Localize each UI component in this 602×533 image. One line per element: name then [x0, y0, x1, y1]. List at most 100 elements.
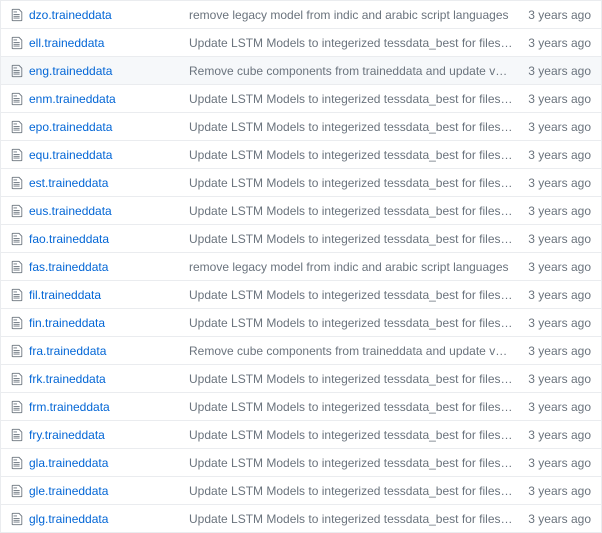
file-icon: [11, 148, 23, 162]
file-link[interactable]: ell.traineddata: [29, 36, 104, 50]
file-link[interactable]: eng.traineddata: [29, 64, 112, 78]
file-link[interactable]: frk.traineddata: [29, 372, 106, 386]
time-ago: 3 years ago: [521, 148, 591, 162]
commit-message-cell: Update LSTM Models to integerized tessda…: [189, 288, 521, 302]
file-link[interactable]: est.traineddata: [29, 176, 108, 190]
commit-message-link[interactable]: remove legacy model from indic and arabi…: [189, 260, 509, 274]
commit-message-link[interactable]: Update LSTM Models to integerized tessda…: [189, 120, 521, 134]
file-icon-cell: [11, 120, 29, 134]
commit-message-link[interactable]: Update LSTM Models to integerized tessda…: [189, 484, 521, 498]
file-icon-cell: [11, 92, 29, 106]
file-icon-cell: [11, 456, 29, 470]
file-icon: [11, 204, 23, 218]
file-icon: [11, 484, 23, 498]
file-link[interactable]: dzo.traineddata: [29, 8, 112, 22]
time-ago: 3 years ago: [521, 316, 591, 330]
table-row: fra.traineddata Remove cube components fr…: [1, 336, 601, 364]
file-icon-cell: [11, 64, 29, 78]
file-name-cell: gla.traineddata: [29, 456, 189, 470]
table-row: enm.traineddata Update LSTM Models to int…: [1, 84, 601, 112]
file-name-cell: fil.traineddata: [29, 288, 189, 302]
file-link[interactable]: fas.traineddata: [29, 260, 108, 274]
file-link[interactable]: frm.traineddata: [29, 400, 110, 414]
file-link[interactable]: fin.traineddata: [29, 316, 105, 330]
file-icon: [11, 288, 23, 302]
time-ago: 3 years ago: [521, 36, 591, 50]
file-link[interactable]: fra.traineddata: [29, 344, 106, 358]
table-row: fry.traineddata Update LSTM Models to int…: [1, 420, 601, 448]
time-ago: 3 years ago: [521, 288, 591, 302]
file-link[interactable]: enm.traineddata: [29, 92, 116, 106]
file-icon-cell: [11, 176, 29, 190]
file-link[interactable]: gla.traineddata: [29, 456, 108, 470]
file-icon-cell: [11, 428, 29, 442]
file-icon: [11, 344, 23, 358]
commit-message-link[interactable]: Update LSTM Models to integerized tessda…: [189, 92, 521, 106]
file-icon: [11, 92, 23, 106]
file-name-cell: dzo.traineddata: [29, 8, 189, 22]
file-name-cell: equ.traineddata: [29, 148, 189, 162]
commit-message-link[interactable]: Update LSTM Models to integerized tessda…: [189, 176, 521, 190]
commit-message-link[interactable]: Update LSTM Models to integerized tessda…: [189, 400, 521, 414]
commit-message-link[interactable]: Update LSTM Models to integerized tessda…: [189, 36, 521, 50]
table-row: epo.traineddata Update LSTM Models to int…: [1, 112, 601, 140]
file-icon: [11, 400, 23, 414]
commit-message-cell: Update LSTM Models to integerized tessda…: [189, 176, 521, 190]
file-icon-cell: [11, 288, 29, 302]
table-row: fao.traineddata Update LSTM Models to int…: [1, 224, 601, 252]
file-icon: [11, 176, 23, 190]
file-link[interactable]: equ.traineddata: [29, 148, 112, 162]
file-link[interactable]: gle.traineddata: [29, 484, 108, 498]
file-icon-cell: [11, 316, 29, 330]
file-icon: [11, 372, 23, 386]
file-name-cell: frk.traineddata: [29, 372, 189, 386]
commit-message-link[interactable]: Update LSTM Models to integerized tessda…: [189, 288, 521, 302]
commit-message-link[interactable]: Update LSTM Models to integerized tessda…: [189, 512, 521, 526]
file-name-cell: enm.traineddata: [29, 92, 189, 106]
file-link[interactable]: fry.traineddata: [29, 428, 105, 442]
time-ago: 3 years ago: [521, 372, 591, 386]
commit-message-cell: Update LSTM Models to integerized tessda…: [189, 92, 521, 106]
file-name-cell: fin.traineddata: [29, 316, 189, 330]
file-icon: [11, 260, 23, 274]
time-ago: 3 years ago: [521, 428, 591, 442]
file-icon: [11, 512, 23, 526]
commit-message-link[interactable]: Update LSTM Models to integerized tessda…: [189, 316, 521, 330]
commit-message-link[interactable]: Update LSTM Models to integerized tessda…: [189, 428, 521, 442]
commit-message-cell: Update LSTM Models to integerized tessda…: [189, 316, 521, 330]
commit-message-link[interactable]: remove legacy model from indic and arabi…: [189, 8, 509, 22]
file-name-cell: epo.traineddata: [29, 120, 189, 134]
file-list: dzo.traineddata remove legacy model from …: [0, 0, 602, 533]
file-link[interactable]: fil.traineddata: [29, 288, 101, 302]
commit-message-link[interactable]: Remove cube components from traineddata …: [189, 344, 521, 358]
table-row: frk.traineddata Update LSTM Models to int…: [1, 364, 601, 392]
file-icon-cell: [11, 260, 29, 274]
file-icon-cell: [11, 36, 29, 50]
file-icon: [11, 428, 23, 442]
file-icon: [11, 8, 23, 22]
file-link[interactable]: epo.traineddata: [29, 120, 112, 134]
file-icon-cell: [11, 400, 29, 414]
file-link[interactable]: fao.traineddata: [29, 232, 109, 246]
table-row: equ.traineddata Update LSTM Models to int…: [1, 140, 601, 168]
file-icon-cell: [11, 148, 29, 162]
commit-message-link[interactable]: Update LSTM Models to integerized tessda…: [189, 148, 521, 162]
file-icon-cell: [11, 204, 29, 218]
commit-message-cell: remove legacy model from indic and arabi…: [189, 260, 521, 274]
commit-message-link[interactable]: Update LSTM Models to integerized tessda…: [189, 232, 521, 246]
commit-message-link[interactable]: Update LSTM Models to integerized tessda…: [189, 372, 521, 386]
commit-message-link[interactable]: Remove cube components from traineddata …: [189, 64, 521, 78]
commit-message-link[interactable]: Update LSTM Models to integerized tessda…: [189, 204, 521, 218]
commit-message-link[interactable]: Update LSTM Models to integerized tessda…: [189, 456, 521, 470]
file-icon-cell: [11, 8, 29, 22]
file-link[interactable]: eus.traineddata: [29, 204, 112, 218]
commit-message-cell: Update LSTM Models to integerized tessda…: [189, 148, 521, 162]
file-name-cell: eng.traineddata: [29, 64, 189, 78]
file-name-cell: gle.traineddata: [29, 484, 189, 498]
file-link[interactable]: glg.traineddata: [29, 512, 108, 526]
table-row: eng.traineddata Remove cube components fr…: [1, 56, 601, 84]
table-row: frm.traineddata Update LSTM Models to int…: [1, 392, 601, 420]
table-row: fas.traineddata remove legacy model from …: [1, 252, 601, 280]
file-icon-cell: [11, 344, 29, 358]
commit-message-cell: Update LSTM Models to integerized tessda…: [189, 204, 521, 218]
